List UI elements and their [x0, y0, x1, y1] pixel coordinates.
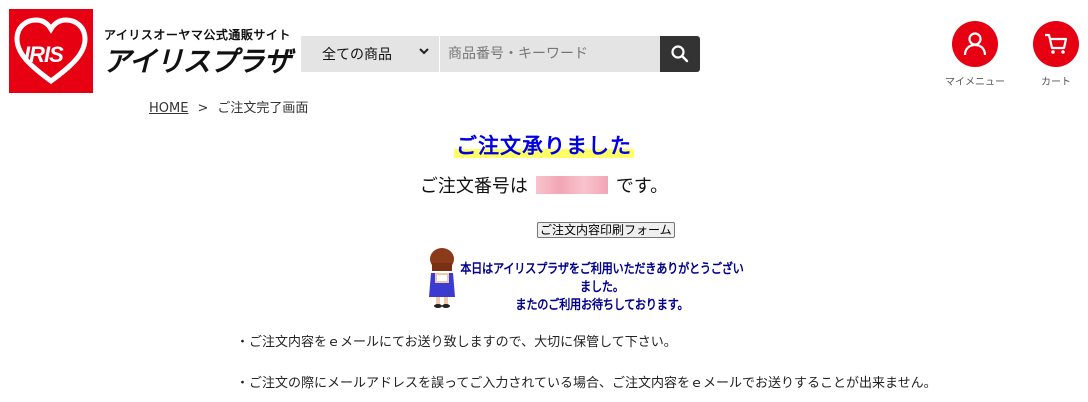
bowing-staff-icon: [429, 248, 455, 308]
iris-logo[interactable]: IRIS: [9, 9, 93, 93]
brand-name[interactable]: アイリスプラザ: [103, 40, 292, 80]
cart-button[interactable]: カート: [1021, 21, 1088, 88]
page-title: ご注文承りました: [454, 134, 634, 158]
cart-icon: [1033, 21, 1079, 67]
note-email-keep: ・ご注文内容をｅメールにてお送り致しますので、大切に保管して下さい。: [236, 335, 677, 350]
breadcrumb: HOME > ご注文完了画面: [149, 97, 308, 116]
breadcrumb-current: ご注文完了画面: [217, 101, 309, 116]
order-number-suffix: です。: [615, 176, 669, 197]
page-title-wrap: ご注文承りました: [0, 130, 1088, 160]
my-menu-button[interactable]: マイメニュー: [940, 21, 1010, 88]
logo-text: IRIS: [24, 42, 64, 67]
thank-you-line-1: 本日はアイリスプラザをご利用いただきありがとうございました。: [460, 262, 744, 295]
search-button[interactable]: [660, 36, 700, 72]
cart-label: カート: [1041, 77, 1071, 88]
breadcrumb-home-link[interactable]: HOME: [149, 101, 188, 116]
order-number-line: ご注文番号は です。: [0, 172, 1088, 198]
thank-you-message: 本日はアイリスプラザをご利用いただきありがとうございました。 またのご利用お待ち…: [460, 261, 744, 315]
breadcrumb-separator: >: [197, 101, 209, 116]
my-menu-label: マイメニュー: [945, 77, 1005, 88]
chevron-down-icon: [419, 48, 429, 55]
order-number-prefix: ご注文番号は: [419, 176, 528, 197]
search-input[interactable]: [440, 36, 660, 72]
note-email-error: ・ご注文の際にメールアドレスを誤ってご入力されている場合、ご注文内容をｅメールで…: [236, 376, 937, 391]
category-select[interactable]: 全ての商品: [301, 36, 440, 72]
user-icon: [952, 21, 998, 67]
order-number-redacted: [535, 176, 608, 194]
search-bar: 全ての商品: [301, 36, 701, 72]
category-select-value: 全ての商品: [322, 47, 392, 63]
search-icon: [671, 45, 689, 63]
thank-you-line-2: またのご利用お待ちしております。: [515, 298, 689, 313]
print-form-button[interactable]: ご注文内容印刷フォーム: [537, 222, 675, 238]
